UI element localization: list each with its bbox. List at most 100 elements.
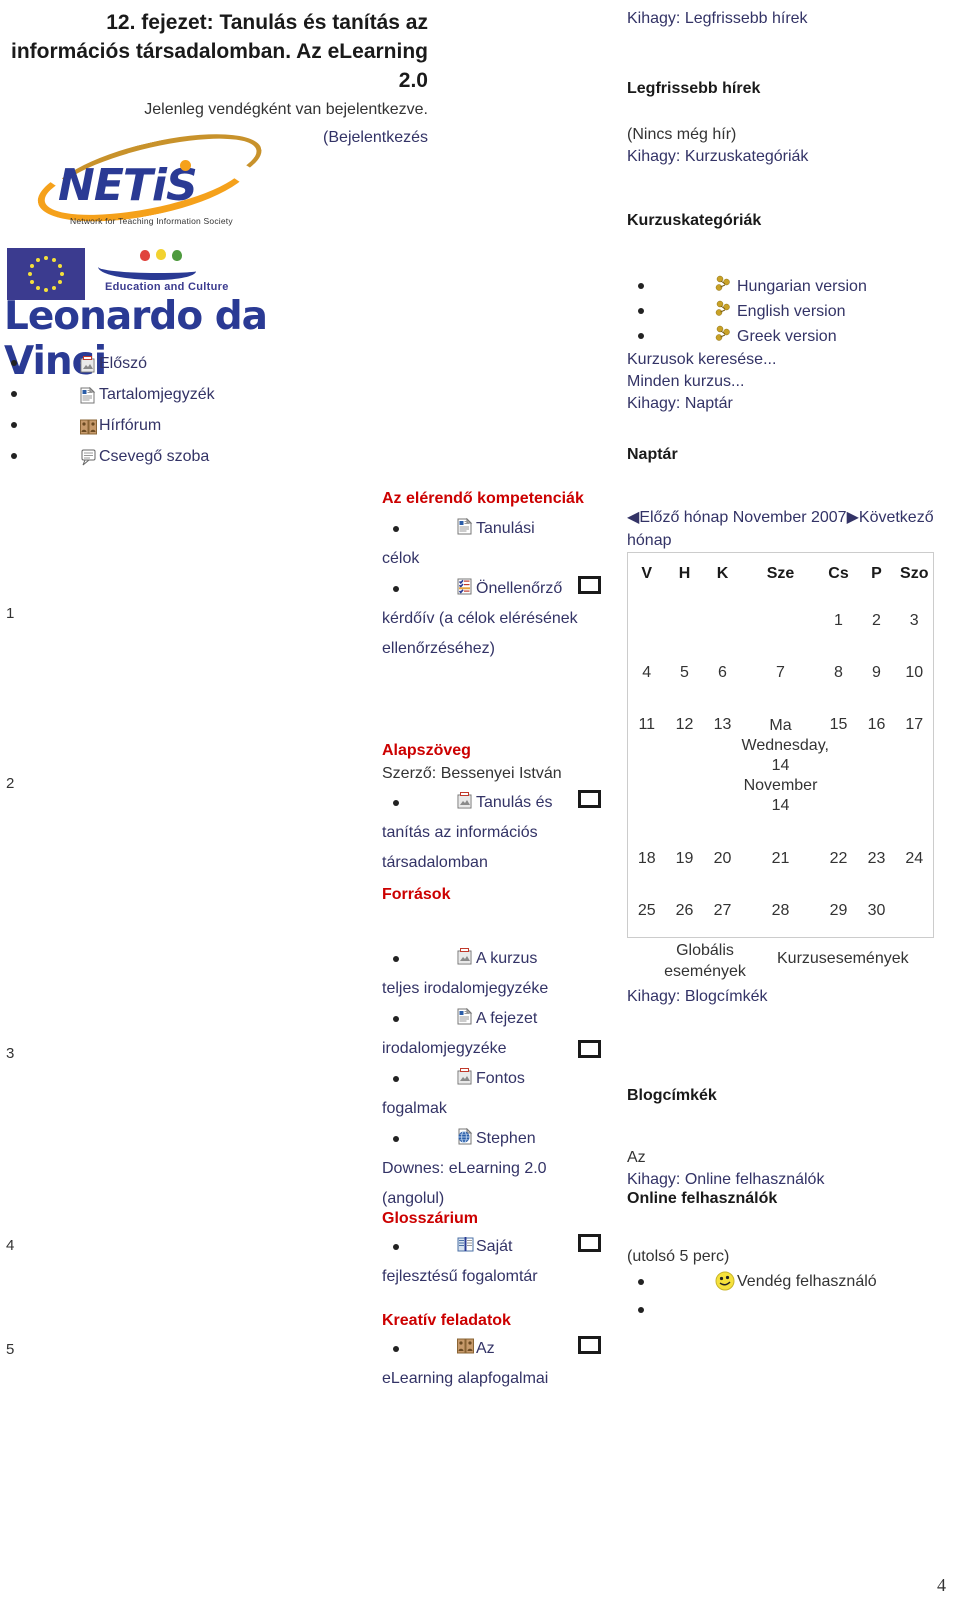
calendar-day-cell[interactable]: 19 (666, 833, 704, 885)
calendar-week-row: 4 5 6 7 8 9 10 (628, 647, 934, 699)
eu-star-icon (36, 285, 40, 290)
list-item[interactable]: English version (627, 299, 960, 324)
completion-checkbox[interactable] (578, 1234, 601, 1252)
list-item[interactable]: Az (382, 1334, 612, 1364)
bullet-icon (11, 391, 17, 397)
skip-link-news[interactable]: Kihagy: Legfrissebb hírek (627, 8, 960, 30)
skip-link-blogtags[interactable]: Kihagy: Blogcímkék (627, 986, 960, 1008)
list-item[interactable]: Stephen (382, 1124, 612, 1154)
calendar-day-cell[interactable]: 3 (896, 595, 934, 647)
folder-flower-icon (713, 275, 735, 302)
list-item[interactable]: Tanulás és (382, 788, 612, 818)
smiley-avatar-icon (715, 1271, 735, 1296)
eu-flag-icon (7, 248, 85, 300)
calendar-day-cell[interactable]: 17 (896, 699, 934, 833)
resource-link: Önellenőrző (476, 580, 563, 597)
calendar-day-cell[interactable]: 1 (820, 595, 858, 647)
calendar-day-cell[interactable]: 7 (742, 647, 820, 699)
list-item[interactable] (627, 1296, 960, 1324)
section-heading: Források (382, 886, 451, 903)
section-heading: Glosszárium (382, 1210, 479, 1227)
resource-link: Saját (476, 1238, 513, 1255)
calendar-day-cell[interactable]: 26 (666, 885, 704, 938)
resource-link-tail: teljes irodalomjegyzéke (382, 980, 549, 997)
calendar-day-cell[interactable]: 11 (628, 699, 666, 833)
list-item[interactable]: Csevegő szoba (0, 441, 300, 472)
calendar-day-cell[interactable]: 2 (858, 595, 896, 647)
list-item[interactable]: Hírfórum (0, 410, 300, 441)
skip-link-calendar[interactable]: Kihagy: Naptár (627, 393, 960, 415)
next-month-arrow-icon[interactable]: ▶ (847, 509, 859, 526)
calendar-day-cell[interactable]: 5 (666, 647, 704, 699)
calendar-day-cell[interactable]: 27 (704, 885, 742, 938)
resource-link-tail: tanítás az információs társadalomban (382, 824, 538, 871)
resource-link-tail: fogalmak (382, 1100, 447, 1117)
bullet-icon (393, 1244, 399, 1250)
calendar-day-cell[interactable]: 18 (628, 833, 666, 885)
skip-link-categories[interactable]: Kihagy: Kurzuskategóriák (627, 146, 960, 168)
bullet-icon (11, 453, 17, 459)
prev-month-link[interactable]: Előző hónap (639, 509, 728, 526)
calendar-day-cell[interactable]: 6 (704, 647, 742, 699)
calendar-day-cell[interactable]: 20 (704, 833, 742, 885)
login-link[interactable]: (Bejelentkezés (323, 129, 428, 146)
calendar-day-cell[interactable]: 24 (896, 833, 934, 885)
blob-green (172, 250, 182, 261)
calendar-day-cell[interactable]: 15 (820, 699, 858, 833)
calendar-day-cell[interactable]: 10 (896, 647, 934, 699)
calendar-day-cell[interactable]: 25 (628, 885, 666, 938)
eu-star-icon (30, 280, 35, 284)
calendar-day-cell[interactable]: 22 (820, 833, 858, 885)
login-status-text: Jelenleg vendégként van bejelentkezve. (144, 101, 428, 118)
calendar-day-cell[interactable]: 16 (858, 699, 896, 833)
calendar-day-cell[interactable]: 21 (742, 833, 820, 885)
list-item[interactable]: Greek version (627, 324, 960, 349)
calendar-day-cell[interactable]: 23 (858, 833, 896, 885)
block-title-categories: Kurzuskategóriák (627, 212, 762, 229)
list-item[interactable]: Önellenőrző (382, 574, 612, 604)
completion-checkbox[interactable] (578, 1336, 601, 1354)
calendar-today-cell[interactable]: Ma Wednesday, 14 November 14 (742, 699, 829, 833)
calendar-month-year: November 2007 (732, 509, 847, 526)
calendar-day-cell[interactable]: 12 (666, 699, 704, 833)
list-item[interactable]: Hungarian version (627, 274, 960, 299)
netis-tagline: Network for Teaching Information Society (70, 216, 233, 226)
list-item[interactable]: A fejezet (382, 1004, 612, 1034)
completion-checkbox[interactable] (578, 790, 601, 808)
list-item[interactable]: A kurzus (382, 944, 612, 974)
all-courses-link[interactable]: Minden kurzus... (627, 371, 960, 393)
bullet-icon (11, 360, 17, 366)
calendar-day-cell[interactable]: 13 (704, 699, 742, 833)
section-creative-tasks: Kreatív feladatok Az eLearning alapfogal… (382, 1310, 612, 1394)
online-users-subtitle: (utolsó 5 perc) (627, 1248, 730, 1265)
completion-checkbox[interactable] (578, 576, 601, 594)
sidebar-item-label: Tartalomjegyzék (99, 386, 215, 403)
page-title: 12. fejezet: Tanulás és tanítás az infor… (11, 11, 428, 92)
list-item[interactable]: Tanulási (382, 514, 612, 544)
list-item[interactable]: Előszó (0, 348, 300, 379)
resource-link-tail: irodalomjegyzéke (382, 1034, 612, 1064)
blog-tag[interactable]: Az (627, 1147, 960, 1169)
prev-month-arrow-icon[interactable]: ◀ (627, 509, 639, 526)
calendar-day-cell[interactable]: 29 (820, 885, 858, 938)
list-item[interactable]: Vendég felhasználó (627, 1268, 960, 1296)
calendar-day-cell[interactable]: 28 (742, 885, 820, 938)
list-item[interactable]: Tartalomjegyzék (0, 379, 300, 410)
search-courses-link[interactable]: Kurzusok keresése... (627, 349, 960, 371)
calendar-day-cell[interactable]: 30 (858, 885, 896, 938)
block-calendar: Naptár ◀Előző hónap November 2007▶Követk… (627, 444, 960, 1008)
calendar-day-cell[interactable]: 9 (858, 647, 896, 699)
section-sources: Források A kurzus teljes irodalomjegyzék… (382, 884, 612, 1214)
section-heading: Kreatív feladatok (382, 1312, 511, 1329)
resource-link-tail: célok (382, 550, 420, 567)
calendar-day-cell[interactable]: 8 (820, 647, 858, 699)
resource-link-tail: eLearning alapfogalmai (382, 1370, 549, 1387)
folder-flower-icon (713, 300, 735, 327)
completion-checkbox[interactable] (578, 1040, 601, 1058)
list-item[interactable]: Saját (382, 1232, 612, 1262)
list-item[interactable]: Fontos (382, 1064, 612, 1094)
weekday-header: Sze (766, 565, 795, 582)
calendar-day-cell (896, 885, 934, 938)
calendar-day-cell[interactable]: 4 (628, 647, 666, 699)
text-document-icon (457, 517, 473, 540)
